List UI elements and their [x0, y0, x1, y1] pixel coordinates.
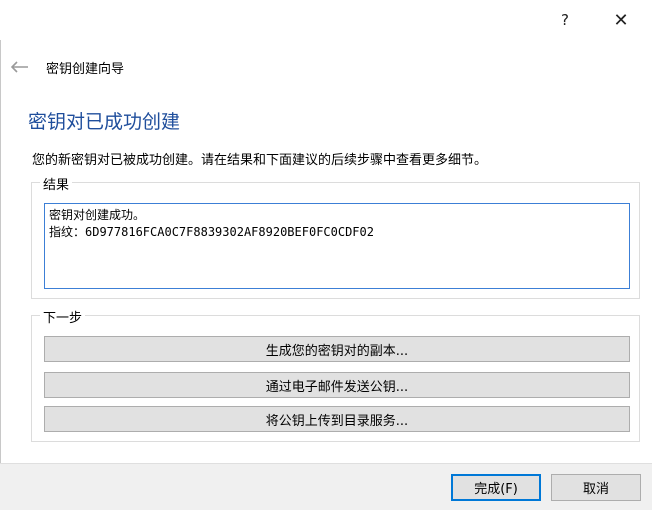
send-email-button[interactable]: 通过电子邮件发送公钥...: [44, 372, 630, 398]
cancel-button[interactable]: 取消: [551, 474, 641, 501]
result-group: 结果 密钥对创建成功。 指纹：6D977816FCA0C7F8839302AF8…: [31, 174, 640, 299]
help-button[interactable]: ?: [542, 0, 588, 40]
page-description: 您的新密钥对已被成功创建。请在结果和下面建议的后续步骤中查看更多细节。: [32, 153, 488, 168]
arrow-left-icon: [11, 61, 28, 73]
close-button[interactable]: ✕: [598, 0, 644, 40]
close-icon: ✕: [613, 9, 629, 31]
help-icon: ?: [561, 11, 569, 29]
result-textbox[interactable]: 密钥对创建成功。 指纹：6D977816FCA0C7F8839302AF8920…: [44, 203, 630, 289]
footer-bar: 完成(F) 取消: [0, 463, 652, 510]
finish-button[interactable]: 完成(F): [451, 474, 541, 501]
next-steps-group-label: 下一步: [40, 307, 86, 326]
wizard-header: 密钥创建向导: [0, 52, 652, 82]
upload-directory-button[interactable]: 将公钥上传到目录服务...: [44, 406, 630, 432]
next-steps-group: 下一步 生成您的密钥对的副本... 通过电子邮件发送公钥... 将公钥上传到目录…: [31, 307, 640, 442]
page-title: 密钥对已成功创建: [28, 111, 181, 133]
back-button[interactable]: [8, 56, 32, 78]
title-bar: ? ✕: [0, 0, 652, 40]
save-copy-button[interactable]: 生成您的密钥对的副本...: [44, 336, 630, 362]
result-group-label: 结果: [40, 174, 73, 193]
wizard-title: 密钥创建向导: [46, 62, 125, 77]
